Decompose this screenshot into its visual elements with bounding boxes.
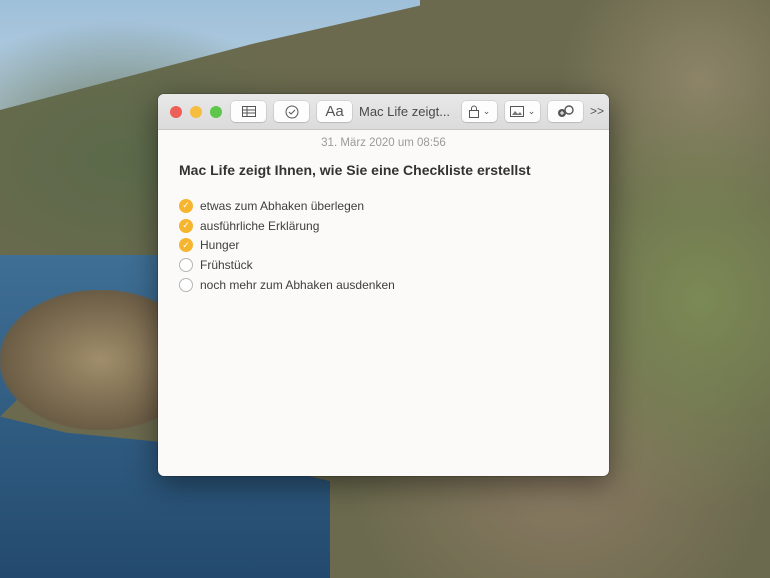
checkbox-checked-icon[interactable]: ✓ (179, 198, 193, 213)
notes-window: Aa Mac Life zeigt... ⌄ ⌄ >> 31. März 202… (158, 94, 609, 476)
note-date: 31. März 2020 um 08:56 (321, 137, 446, 149)
checklist-item: noch mehr zum Abhaken ausdenken (179, 275, 609, 295)
checklist-item: Frühstück (179, 255, 609, 275)
lock-icon (468, 105, 479, 118)
media-button[interactable]: ⌄ (505, 101, 540, 122)
item-text[interactable]: ausführliche Erklärung (200, 219, 319, 233)
item-text[interactable]: Frühstück (200, 258, 253, 272)
photo-icon (509, 106, 524, 117)
checkmark-circle-icon (285, 105, 298, 118)
checkbox-unchecked-icon[interactable] (179, 277, 193, 292)
toolbar-overflow-button[interactable]: >> (590, 104, 604, 118)
window-title: Mac Life zeigt... (359, 104, 451, 119)
toolbar: Aa Mac Life zeigt... ⌄ ⌄ >> (158, 94, 609, 130)
checkbox-unchecked-icon[interactable] (179, 257, 193, 272)
item-text[interactable]: Hunger (200, 238, 239, 252)
checklist-item: ✓ etwas zum Abhaken überlegen (179, 196, 609, 216)
chevron-down-icon: ⌄ (482, 106, 491, 116)
minimize-button[interactable] (190, 105, 202, 118)
table-icon (241, 106, 256, 117)
note-heading: Mac Life zeigt Ihnen, wie Sie eine Check… (179, 162, 531, 178)
item-text[interactable]: noch mehr zum Abhaken ausdenken (200, 278, 395, 292)
checklist: ✓ etwas zum Abhaken überlegen ✓ ausführlic… (179, 196, 609, 294)
format-button[interactable]: Aa (317, 101, 352, 122)
add-person-icon (557, 105, 574, 117)
font-icon: Aa (325, 103, 344, 120)
checkbox-checked-icon[interactable]: ✓ (179, 218, 193, 233)
table-button[interactable] (231, 101, 266, 122)
close-button[interactable] (170, 105, 182, 118)
add-people-button[interactable] (548, 101, 583, 122)
checklist-item: ✓ Hunger (179, 235, 609, 255)
chevron-down-icon: ⌄ (527, 106, 536, 116)
lock-button[interactable]: ⌄ (462, 101, 497, 122)
zoom-button[interactable] (210, 105, 222, 118)
checklist-button[interactable] (274, 101, 309, 122)
checkbox-checked-icon[interactable]: ✓ (179, 238, 193, 253)
item-text[interactable]: etwas zum Abhaken überlegen (200, 199, 364, 213)
checklist-item: ✓ ausführliche Erklärung (179, 216, 609, 236)
